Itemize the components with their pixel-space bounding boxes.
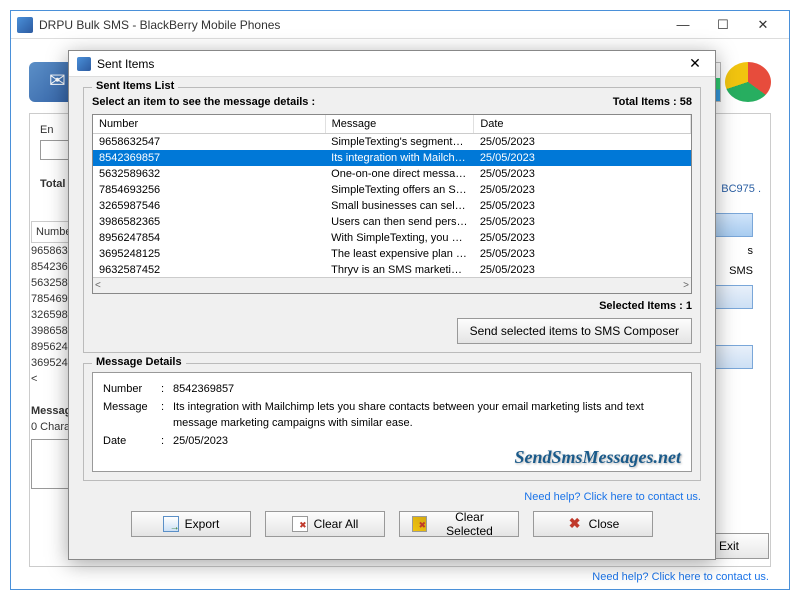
table-row[interactable]: 3265987546Small businesses can select fr… — [93, 198, 691, 214]
clear-all-button[interactable]: Clear All — [265, 511, 385, 537]
details-box: Number:8542369857 Message:Its integratio… — [92, 372, 692, 472]
clear-all-icon — [292, 516, 308, 532]
instruction-text: Select an item to see the message detail… — [92, 96, 315, 108]
col-date[interactable]: Date — [474, 115, 691, 134]
col-message[interactable]: Message — [325, 115, 474, 134]
details-title: Message Details — [92, 356, 186, 368]
list-title: Sent Items List — [92, 80, 178, 92]
message-details-group: Message Details Number:8542369857 Messag… — [83, 363, 701, 481]
close-button[interactable]: ✖Close — [533, 511, 653, 537]
dialog-title: Sent Items — [97, 57, 683, 71]
send-to-composer-button[interactable]: Send selected items to SMS Composer — [457, 318, 692, 344]
detail-number: 8542369857 — [173, 381, 681, 397]
detail-message: Its integration with Mailchimp lets you … — [173, 399, 681, 431]
table-row[interactable]: 9658632547SimpleTexting's segmentation a… — [93, 134, 691, 151]
minimize-button[interactable]: — — [663, 13, 703, 37]
table-row[interactable]: 9632587452Thryv is an SMS marketing serv… — [93, 262, 691, 278]
table-row[interactable]: 3695248125The least expensive plan costs… — [93, 246, 691, 262]
peek-code: BC975 . — [721, 183, 761, 195]
table-row[interactable]: 5632589632One-on-one direct messaging is… — [93, 166, 691, 182]
table-row[interactable]: 3986582365Users can then send personaliz… — [93, 214, 691, 230]
horizontal-scrollbar[interactable]: <> — [93, 277, 691, 293]
export-icon — [163, 516, 179, 532]
col-number[interactable]: Number — [93, 115, 325, 134]
dialog-help-link[interactable]: Need help? Click here to contact us. — [524, 491, 701, 503]
selected-items-label: Selected Items : 1 — [599, 300, 692, 312]
clear-selected-button[interactable]: Clear Selected — [399, 511, 519, 537]
sent-items-list-group: Sent Items List Select an item to see th… — [83, 87, 701, 353]
app-icon — [17, 17, 33, 33]
dialog-titlebar[interactable]: Sent Items ✕ — [69, 51, 715, 77]
table-row[interactable]: 8956247854With SimpleTexting, you purcha… — [93, 230, 691, 246]
items-table[interactable]: Number Message Date 9658632547SimpleText… — [92, 114, 692, 294]
clear-selected-icon — [412, 516, 427, 532]
main-titlebar[interactable]: DRPU Bulk SMS - BlackBerry Mobile Phones… — [11, 11, 789, 39]
main-help-link[interactable]: Need help? Click here to contact us. — [592, 571, 769, 583]
window-close-button[interactable]: ✕ — [743, 13, 783, 37]
main-title: DRPU Bulk SMS - BlackBerry Mobile Phones — [39, 18, 663, 32]
table-row[interactable]: 8542369857Its integration with Mailchimp… — [93, 150, 691, 166]
table-header-row[interactable]: Number Message Date — [93, 115, 691, 134]
export-button[interactable]: Export — [131, 511, 251, 537]
pie-chart-icon[interactable] — [725, 62, 771, 102]
dialog-icon — [77, 57, 91, 71]
total-items-label: Total Items : 58 — [613, 96, 692, 108]
table-row[interactable]: 7854693256SimpleTexting offers an SMS Te… — [93, 182, 691, 198]
maximize-button[interactable]: ☐ — [703, 13, 743, 37]
close-icon: ✖ — [567, 516, 583, 532]
watermark: SendSmsMessages.net — [514, 449, 681, 465]
sent-items-dialog: Sent Items ✕ Sent Items List Select an i… — [68, 50, 716, 560]
dialog-close-button[interactable]: ✕ — [683, 54, 707, 74]
